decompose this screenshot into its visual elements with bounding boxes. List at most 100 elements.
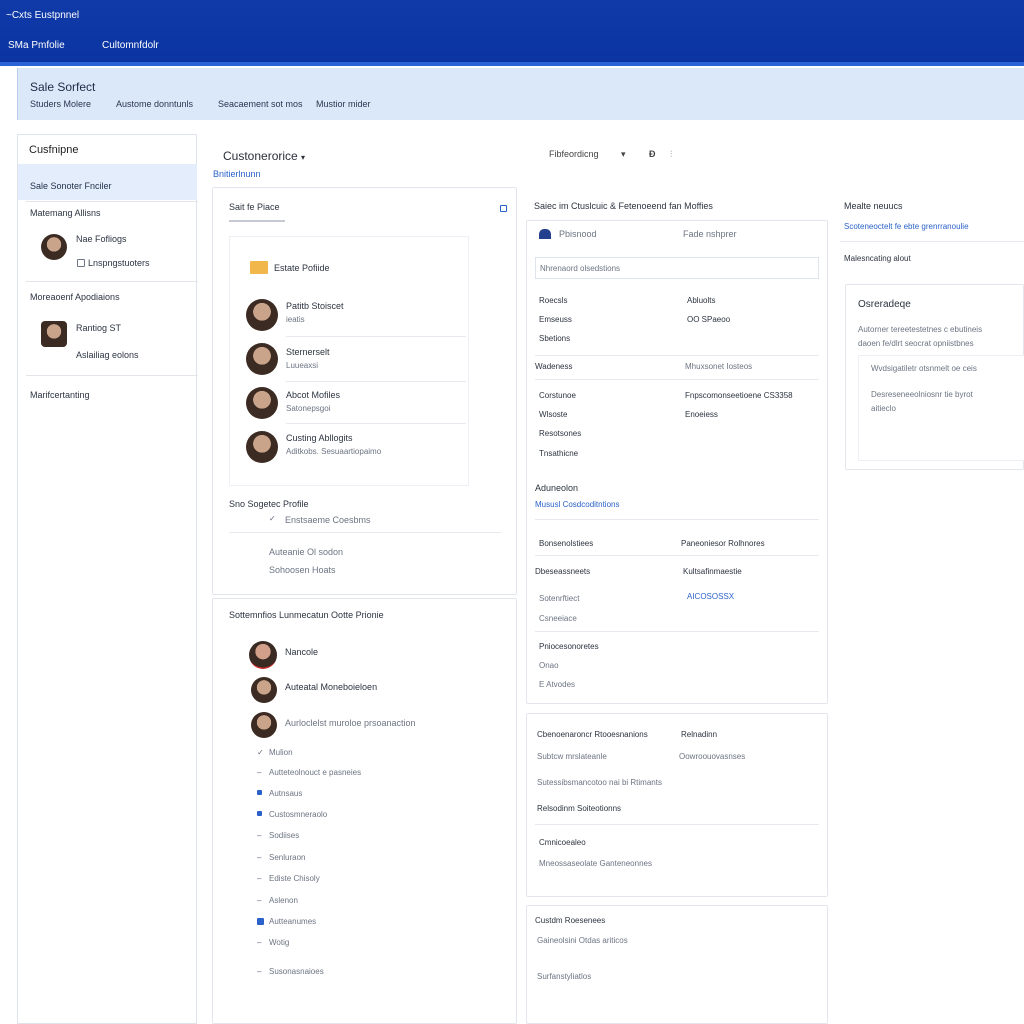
sidebar-person-name[interactable]: Rantiog ST: [76, 323, 121, 333]
panel-head: Custdm Roesenees: [535, 916, 606, 925]
expand-icon[interactable]: [500, 205, 507, 212]
detail-input-value: Nhrenaord olsedstions: [540, 264, 621, 273]
export-icon[interactable]: Ð: [649, 149, 656, 159]
dash-icon: –: [257, 896, 262, 905]
right-card-title: Osreradeqe: [858, 299, 911, 310]
avatar: [251, 677, 277, 703]
avatar: [251, 712, 277, 738]
detail-row-label: Pbisnood: [559, 229, 597, 239]
tab-placement[interactable]: Seacaement sot mos: [218, 99, 303, 109]
avatar: [41, 234, 67, 260]
list-item[interactable]: Senluraon: [269, 853, 305, 862]
divider: [535, 555, 819, 556]
sidebar-person-sub: Lnspngstuoters: [88, 258, 150, 268]
list-item[interactable]: Autteanumes: [269, 917, 316, 926]
folder-label[interactable]: Estate Pofiide: [274, 263, 330, 273]
pair-label: Corstunoe: [539, 391, 576, 400]
tab-students[interactable]: Studers Molere: [30, 99, 91, 109]
customer-dropdown-label: Custonerorice: [223, 149, 298, 163]
person-sub: Luueaxsi: [286, 361, 319, 370]
filter-select[interactable]: Fibfeordicng: [549, 149, 599, 159]
tab-monitor[interactable]: Mustior mider: [316, 99, 371, 109]
person-name[interactable]: Sternerselt: [286, 347, 330, 357]
list-item[interactable]: Mulion: [269, 748, 293, 757]
panel-head: Cbenoenaroncr Rtooesnanions: [537, 730, 648, 739]
sub-line: Enstsaeme Coesbms: [285, 515, 371, 525]
list-item[interactable]: Aslenon: [269, 896, 298, 905]
panel-customer-profile: Sottemnfios Lunmecatun Ootte Prionie Nan…: [212, 598, 517, 1024]
pair-label: Tnsathicne: [539, 449, 579, 458]
checkbox-icon[interactable]: [77, 259, 85, 267]
panel-sales-place: Sait fe Piace Estate Pofiide Patitb Stoi…: [212, 187, 517, 595]
divider: [535, 631, 819, 632]
tab-customer-downloads[interactable]: Austome donntunls: [116, 99, 193, 109]
dash-icon: –: [257, 938, 262, 947]
dash-icon: –: [257, 874, 262, 883]
sidebar-section-marketing: Matemang Allisns: [30, 208, 101, 218]
line-item: E Atvodes: [539, 680, 576, 689]
right-section: Malesncating alout: [844, 254, 911, 263]
pair-label: Sbetions: [539, 334, 571, 343]
section-link[interactable]: Mususl Cosdcoditntions: [535, 500, 619, 509]
dash-icon: –: [257, 768, 262, 777]
list-item[interactable]: Autnsaus: [269, 789, 302, 798]
list-item[interactable]: Ediste Chisoly: [269, 874, 320, 883]
folder-icon: [250, 261, 268, 274]
pair-value: OO SPaeoo: [687, 315, 731, 324]
pair-value: Enoeiess: [685, 410, 718, 419]
avatar: [249, 641, 277, 669]
bullet-icon: [257, 811, 262, 816]
nav-item-profile[interactable]: SMa Pmfolie: [8, 40, 65, 51]
options-icon[interactable]: ⫶: [670, 149, 672, 160]
dash-icon: –: [257, 967, 262, 976]
sidebar-section-marketing-bottom[interactable]: Marifcertanting: [30, 390, 90, 400]
pair-value: Paneoniesor Rolhnores: [681, 539, 765, 548]
divider: [286, 336, 466, 337]
person-name[interactable]: Patitb Stoiscet: [286, 301, 344, 311]
divider: [26, 281, 198, 282]
tab-underline: [229, 220, 285, 222]
breadcrumb-link[interactable]: Bnitierlnunn: [213, 169, 261, 179]
detail-row-value: Fade nshprer: [683, 229, 737, 239]
list-item[interactable]: Sodiises: [269, 831, 299, 840]
nav-item-customer[interactable]: Cultomnfdolr: [102, 40, 159, 51]
panel-title: Sait fe Piace: [229, 202, 280, 212]
divider: [535, 519, 819, 520]
detail-panel-relations: Cbenoenaroncr Rtooesnanions Relnadinn Su…: [526, 713, 828, 897]
chevron-down-icon[interactable]: ▾: [621, 149, 626, 160]
sidebar-person-name[interactable]: Nae Fofliogs: [76, 234, 127, 244]
list-item[interactable]: Wotig: [269, 938, 289, 947]
list-item[interactable]: Custosmneraolo: [269, 810, 327, 819]
pair-label: Wlsoste: [539, 410, 568, 419]
home-icon: [539, 229, 551, 239]
divider: [535, 355, 819, 356]
inner-line: Wvdsigatiletr otsnmelt oe ceis: [871, 364, 977, 373]
person-name[interactable]: Aurloclelst muroloe prsoanaction: [285, 718, 416, 728]
chevron-down-icon: ▾: [301, 153, 306, 162]
list-item[interactable]: Autteteolnouct e pasneies: [269, 768, 361, 777]
page-title: Sale Sorfect: [30, 80, 96, 94]
app-title: ~Cxts Eustpnnel: [6, 10, 80, 21]
person-name[interactable]: Auteatal Moneboieloen: [285, 682, 377, 692]
pair-value: Kultsafinmaestie: [683, 567, 742, 576]
panel-head: Relnadinn: [681, 730, 718, 739]
line-item: Csneeiace: [539, 614, 577, 623]
right-link[interactable]: Scoteneoctelt fe ebte grenrranoulie: [844, 222, 969, 231]
sidebar-item-active[interactable]: Sale Sonoter Fnciler: [18, 164, 197, 200]
panel-line: Mneossaseolate Ganteneonnes: [539, 859, 652, 868]
person-name[interactable]: Abcot Mofiles: [286, 390, 340, 400]
customer-dropdown[interactable]: Custonerorice ▾: [223, 149, 305, 163]
person-name[interactable]: Custing Abllogits: [286, 433, 353, 443]
avatar: [246, 343, 278, 375]
subsection-title: Sno Sogetec Profile: [229, 499, 309, 509]
detail-input[interactable]: Nhrenaord olsedstions: [535, 257, 819, 279]
person-name[interactable]: Nancole: [285, 647, 318, 657]
sidebar-title: Cusfnipne: [29, 144, 79, 156]
list-item[interactable]: Susonasnaioes: [269, 967, 324, 976]
divider: [535, 824, 819, 825]
inner-line: aitieclo: [871, 404, 896, 413]
avatar: [246, 431, 278, 463]
line-item: Pniocesonoretes: [539, 642, 599, 651]
pair-value[interactable]: AICOSOSSX: [687, 592, 734, 601]
panel-line: Subtcw mrslateanle: [537, 752, 607, 761]
